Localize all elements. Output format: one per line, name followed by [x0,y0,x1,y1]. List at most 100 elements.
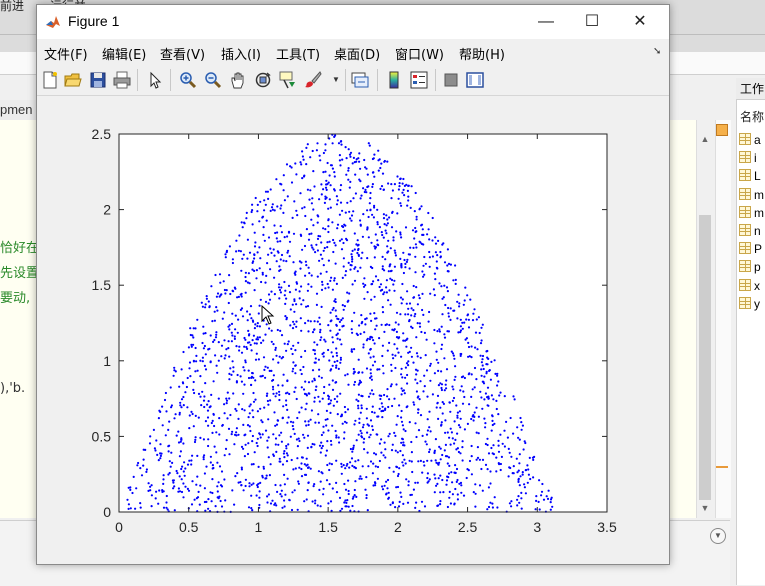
menu-edit[interactable]: 编辑(E) [102,44,146,63]
show-plot-tools-icon[interactable] [466,71,484,89]
menu-file[interactable]: 文件(F) [44,44,88,63]
scatter-point [357,358,360,361]
scatter-point [189,375,192,378]
scatter-point [406,189,409,192]
menu-view[interactable]: 查看(V) [160,44,205,63]
scatter-point [277,443,280,446]
scatter-point [194,370,197,373]
scatter-point [359,411,362,414]
scatter-point [173,509,176,512]
scatter-point [190,343,193,346]
zoom-out-icon[interactable] [204,71,222,89]
workspace-variable-row[interactable]: p [739,259,765,276]
scatter-point [327,259,330,262]
scatter-point [190,345,193,348]
scatter-point [506,436,509,439]
scatter-point [279,329,282,332]
scatter-point [446,264,449,267]
scatter-point [440,343,444,346]
workspace-variable-row[interactable]: n [739,223,765,240]
scatter-point [210,421,213,425]
scatter-point [490,394,493,397]
scatter-point [331,364,334,367]
menu-help[interactable]: 帮助(H) [459,44,505,63]
dock-arrow-icon[interactable]: ➘ [653,46,661,57]
scroll-down-icon[interactable]: ▼ [696,500,714,516]
scatter-point [491,414,494,417]
scatter-point [338,154,341,157]
scatter-point [538,479,541,482]
save-icon[interactable] [89,71,107,89]
scatter-point [304,274,307,277]
menu-window[interactable]: 窗口(W) [395,44,444,63]
editor-tab[interactable]: pmen [0,100,40,121]
workspace-variable-row[interactable]: i [739,150,765,167]
rotate-3d-icon[interactable] [254,71,272,89]
panel-options-icon[interactable]: ▼ [710,528,726,544]
scatter-point [480,396,483,399]
pan-icon[interactable] [229,71,247,89]
scatter-point [431,393,434,396]
data-cursor-icon[interactable] [279,71,297,89]
scatter-point [393,289,396,292]
editor-scroll-thumb[interactable] [699,215,711,500]
workspace-variable-row[interactable]: L [739,168,765,185]
scatter-point [290,508,294,512]
maximize-button[interactable]: ☐ [569,5,615,39]
scatter-point [272,358,275,361]
scatter-point [302,433,305,436]
title-bar[interactable]: Figure 1 — ☐ ✕ [37,5,669,39]
workspace-variable-row[interactable]: y [739,296,765,313]
scatter-point [197,416,200,419]
scatter-point [304,214,307,218]
scatter-point [310,446,313,449]
brush-icon[interactable] [304,71,322,89]
zoom-in-icon[interactable] [179,71,197,89]
workspace-name-column[interactable]: 名称 [740,108,764,125]
scatter-point [218,295,221,298]
workspace-variable-row[interactable]: a [739,132,765,149]
scatter-point [254,196,257,200]
pointer-icon[interactable] [146,71,164,89]
scatter-point [407,307,410,310]
scatter-point [202,438,205,441]
hide-plot-tools-icon[interactable] [442,71,460,89]
menu-insert[interactable]: 插入(I) [221,44,261,63]
brush-dropdown-icon[interactable]: ▼ [332,75,340,84]
workspace-variable-row[interactable]: m [739,187,765,204]
scatter-point [295,438,298,441]
minimize-button[interactable]: — [523,5,569,39]
scatter-point [280,183,283,186]
menu-desktop[interactable]: 桌面(D) [334,44,380,63]
scatter-point [402,271,405,275]
scatter-plot[interactable]: 0 0.5 1 1.5 2 2.5 3 3.5 00.511.522.5 [37,96,667,562]
warning-indicator-icon[interactable] [716,124,728,136]
editor-tab-label: pmen [0,102,33,117]
insert-colorbar-icon[interactable] [385,71,403,89]
insert-legend-icon[interactable] [410,71,428,89]
scatter-point [403,194,406,197]
scatter-point [392,329,395,332]
open-file-icon[interactable] [64,71,82,89]
scatter-point [421,434,424,437]
workspace-variable-row[interactable]: m [739,205,765,222]
scatter-point [503,395,506,398]
warning-marker[interactable] [716,466,728,468]
forward-label[interactable]: 前进 [0,0,24,14]
scatter-point [256,251,259,254]
scatter-point [299,233,302,236]
new-figure-icon[interactable] [41,71,59,89]
scatter-point [433,272,436,275]
workspace-variable-row[interactable]: P [739,241,765,258]
scatter-point [435,358,438,361]
workspace-variable-row[interactable]: x [739,278,765,295]
menu-tools[interactable]: 工具(T) [276,44,320,63]
close-button[interactable]: ✕ [617,5,663,39]
scatter-point [460,491,463,494]
scatter-point [433,451,436,454]
scatter-point [335,315,338,318]
link-plot-icon[interactable] [351,71,369,89]
scatter-point [420,330,423,334]
print-icon[interactable] [113,71,131,89]
scroll-up-icon[interactable]: ▲ [696,131,714,147]
